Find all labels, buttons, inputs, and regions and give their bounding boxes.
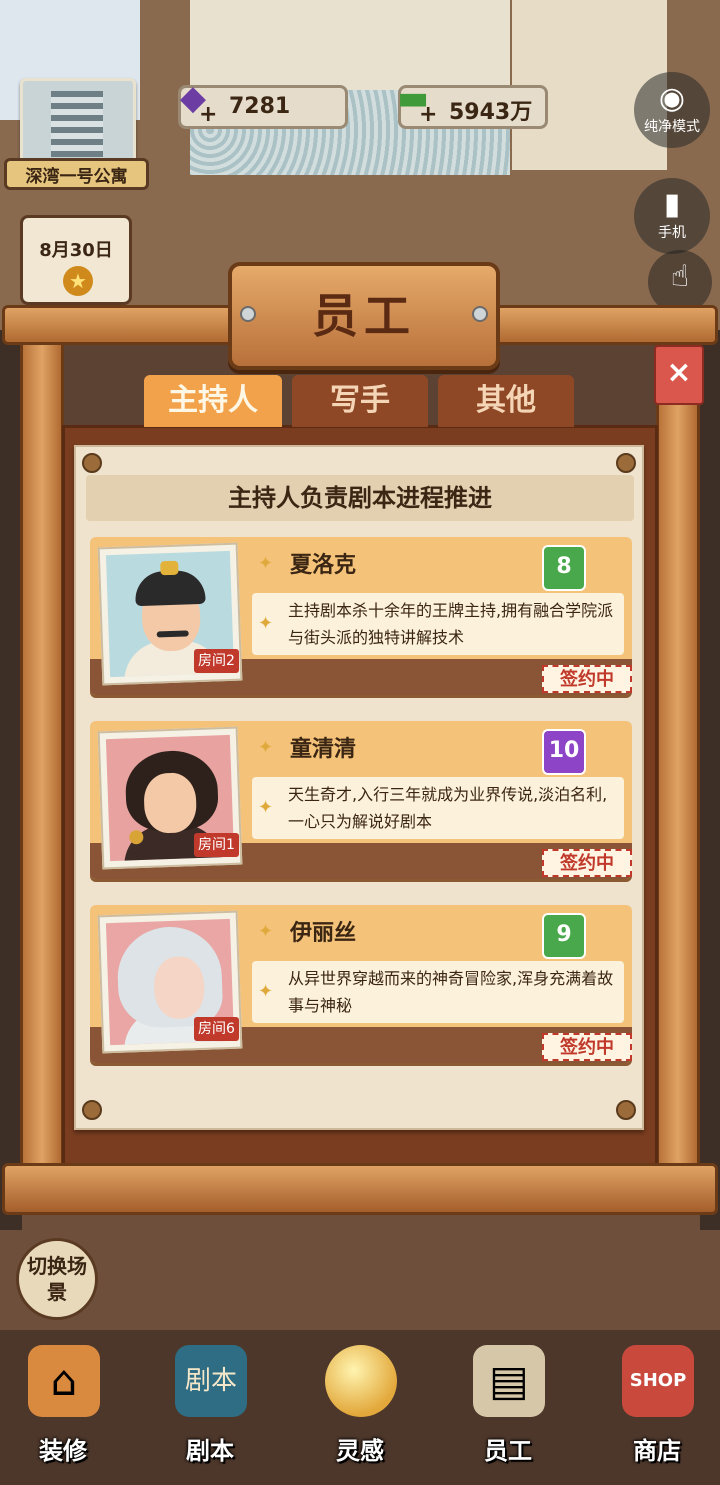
panel-title-plaque: 员工 xyxy=(228,262,500,370)
staff-card-iris[interactable]: 房间6 ✦ 伊丽丝 9 ✦ 从异世界穿越而来的神奇冒险家,浑身充满着故事与神秘 … xyxy=(90,905,632,1063)
staff-description: 天生奇才,入行三年就成为业界传说,淡泊名利,一心只为解说好剧本 xyxy=(288,785,608,831)
portrait-face xyxy=(153,955,206,1020)
tab-writer[interactable]: 写手 xyxy=(292,375,428,427)
pin-icon xyxy=(82,1100,102,1120)
room-tag: 房间6 xyxy=(194,1017,239,1041)
gem-value: 7281 xyxy=(229,94,291,119)
gem-counter[interactable]: ◆ + 7281 xyxy=(178,78,348,129)
contract-status-tag: 签约中 xyxy=(542,849,632,877)
id-card-icon: ▤ xyxy=(473,1345,545,1417)
sparkle-icon: ✦ xyxy=(258,613,274,634)
board-post-right xyxy=(656,335,700,1175)
nav-staff-label: 员工 xyxy=(484,1437,532,1465)
portrait-face xyxy=(143,772,198,834)
staff-list-paper: 主持人负责剧本进程推进 房间2 ✦ 夏洛克 8 ✦ 主持剧本杀十余年的王牌主持,… xyxy=(74,445,644,1130)
mustache xyxy=(156,630,189,638)
staff-name: 夏洛克 xyxy=(290,553,357,578)
add-gem-icon[interactable]: + xyxy=(199,102,217,127)
sparkle-icon: ✦ xyxy=(258,737,274,758)
switch-scene-button[interactable]: 切换场景 xyxy=(16,1238,98,1320)
phone-label: 手机 xyxy=(658,225,686,241)
nav-decor[interactable]: ⌂ 装修 xyxy=(8,1345,118,1465)
add-money-icon[interactable]: + xyxy=(419,102,437,127)
lightbulb-icon xyxy=(325,1345,397,1417)
nav-staff[interactable]: ▤ 员工 xyxy=(453,1345,563,1465)
phone-button[interactable]: ▮ 手机 xyxy=(634,178,710,254)
apartment-name[interactable]: 深湾一号公寓 xyxy=(4,158,149,190)
staff-description: 主持剧本杀十余年的王牌主持,拥有融合学院派与街头派的独特讲解技术 xyxy=(288,601,614,647)
nav-shop[interactable]: SHOP 商店 xyxy=(602,1345,712,1465)
sparkle-icon: ✦ xyxy=(258,921,274,942)
description-box: ✦ 天生奇才,入行三年就成为业界传说,淡泊名利,一心只为解说好剧本 xyxy=(252,777,624,839)
pure-mode-label: 纯净模式 xyxy=(644,119,700,135)
description-box: ✦ 从异世界穿越而来的神奇冒险家,浑身充满着故事与神秘 xyxy=(252,961,624,1023)
nav-script[interactable]: 剧本 剧本 xyxy=(155,1345,265,1465)
money-counter[interactable]: ▬ + 5943万 xyxy=(397,78,548,129)
pin-icon xyxy=(616,453,636,473)
contract-status-tag: 签约中 xyxy=(542,1033,632,1061)
nav-inspiration-label: 灵感 xyxy=(336,1437,384,1465)
pointing-hand-icon: ☝ xyxy=(670,259,690,294)
sparkle-icon: ✦ xyxy=(258,797,274,818)
calendar[interactable]: 8月30日 ★ xyxy=(20,215,132,305)
shop-icon: SHOP xyxy=(622,1345,694,1417)
calendar-date: 8月30日 xyxy=(39,240,113,261)
sparkle-icon: ✦ xyxy=(258,553,274,574)
house-icon: ⌂ xyxy=(28,1345,100,1417)
nav-script-label: 剧本 xyxy=(186,1437,234,1465)
nav-shop-label: 商店 xyxy=(633,1437,681,1465)
level-badge: 8 xyxy=(542,545,586,591)
staff-card-tong-qingqing[interactable]: 房间1 ✦ 童清清 10 ✦ 天生奇才,入行三年就成为业界传说,淡泊名利,一心只… xyxy=(90,721,632,879)
board-beam-bottom xyxy=(2,1163,718,1215)
sparkle-icon: ✦ xyxy=(258,981,274,1002)
hair-crown xyxy=(160,560,179,576)
staff-description: 从异世界穿越而来的神奇冒险家,浑身充满着故事与神秘 xyxy=(288,969,614,1015)
tab-other[interactable]: 其他 xyxy=(438,375,574,427)
board-post-left xyxy=(20,335,64,1175)
staff-card-sherlock[interactable]: 房间2 ✦ 夏洛克 8 ✦ 主持剧本杀十余年的王牌主持,拥有融合学院派与街头派的… xyxy=(90,537,632,695)
portrait-hair xyxy=(134,569,206,607)
contract-status-tag: 签约中 xyxy=(542,665,632,693)
tab-host[interactable]: 主持人 xyxy=(144,375,282,427)
money-value: 5943万 xyxy=(449,100,533,125)
level-badge: 10 xyxy=(542,729,586,775)
description-box: ✦ 主持剧本杀十余年的王牌主持,拥有融合学院派与街头派的独特讲解技术 xyxy=(252,593,624,655)
nav-decor-label: 装修 xyxy=(39,1437,87,1465)
apartment-thumbnail[interactable] xyxy=(20,78,136,168)
nav-inspiration[interactable]: 灵感 xyxy=(305,1345,415,1465)
room-tag: 房间1 xyxy=(194,833,239,857)
level-badge: 9 xyxy=(542,913,586,959)
close-button[interactable]: × xyxy=(654,345,704,405)
staff-name: 伊丽丝 xyxy=(290,921,357,946)
pin-icon xyxy=(616,1100,636,1120)
script-book-icon: 剧本 xyxy=(175,1345,247,1417)
pin-icon xyxy=(82,453,102,473)
room-tag: 房间2 xyxy=(194,649,239,673)
panel-title: 员工 xyxy=(312,289,416,343)
staff-name: 童清清 xyxy=(290,737,357,762)
role-description-header: 主持人负责剧本进程推进 xyxy=(86,475,634,521)
pure-mode-button[interactable]: ◉ 纯净模式 xyxy=(634,72,710,148)
star-badge-icon: ★ xyxy=(63,266,93,296)
